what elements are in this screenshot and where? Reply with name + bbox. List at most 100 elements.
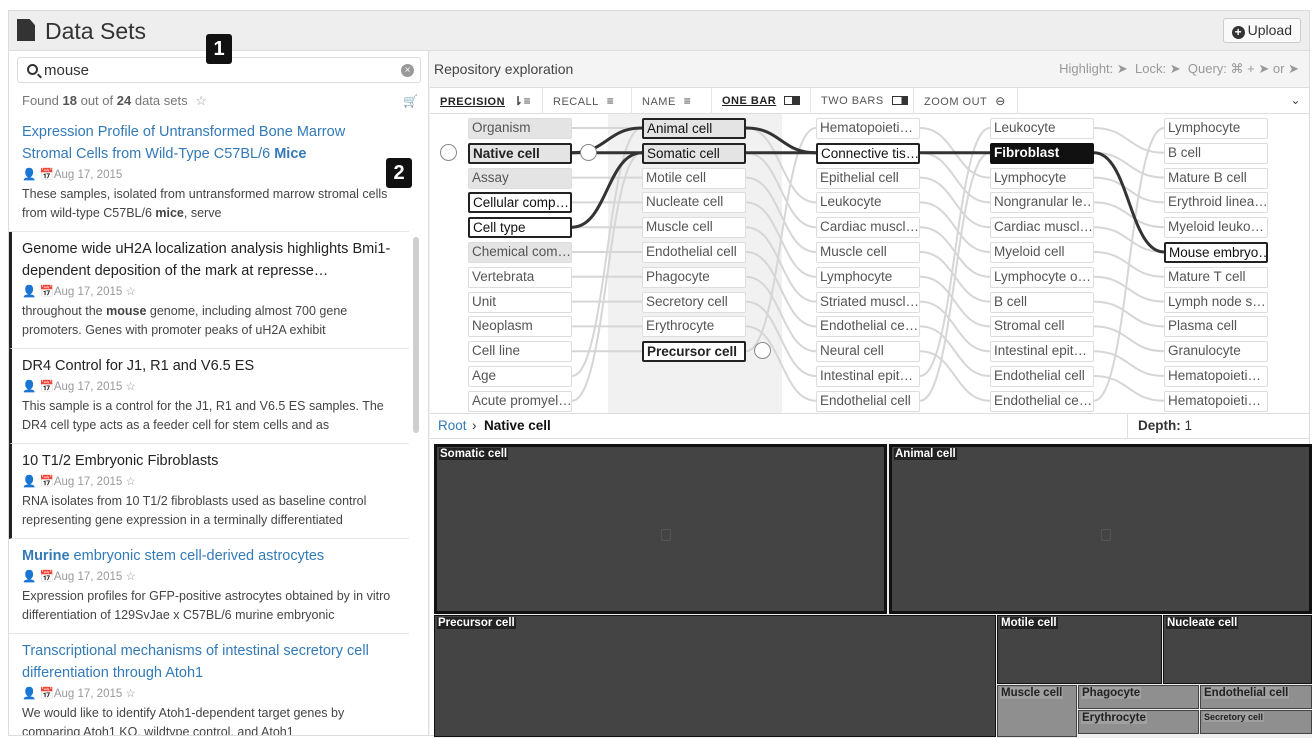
two-bars-button[interactable]: TWO BARS	[811, 88, 914, 114]
graph-node[interactable]: Hematopoieti…	[1164, 390, 1268, 412]
graph-node[interactable]: Epithelial cell	[816, 167, 920, 189]
graph-node[interactable]: Vertebrata	[468, 266, 572, 288]
union-icon[interactable]	[580, 144, 597, 161]
graph-node[interactable]: Precursor cell	[642, 341, 746, 363]
result-title[interactable]: Genome wide uH2A localization analysis h…	[22, 238, 399, 282]
graph-node[interactable]: Connective tis…	[816, 142, 920, 164]
graph-node[interactable]: Neoplasm	[468, 316, 572, 338]
graph-node[interactable]: Leukocyte	[990, 118, 1094, 139]
graph-node[interactable]: Endothelial ce…	[990, 390, 1094, 412]
graph-node[interactable]: Endothelial cell	[816, 390, 920, 412]
graph-node[interactable]: Nucleate cell	[642, 192, 746, 214]
graph-node[interactable]: Native cell	[468, 142, 572, 164]
treemap-tile-secretory[interactable]: Secretory cell	[1200, 710, 1312, 734]
graph-node[interactable]: Myeloid leuko…	[1164, 217, 1268, 239]
graph-node[interactable]: Mouse embryo…	[1164, 242, 1268, 263]
graph-node[interactable]: Mature T cell	[1164, 266, 1268, 288]
graph-node[interactable]: Somatic cell	[642, 142, 746, 164]
graph-node[interactable]: Erythroid linea…	[1164, 192, 1268, 214]
graph-node[interactable]: Erythrocyte	[642, 316, 746, 338]
graph-node[interactable]: Lymphocyte o…	[990, 266, 1094, 288]
graph-node[interactable]: Fibroblast	[990, 142, 1094, 164]
result-title[interactable]: Transcriptional mechanisms of intestinal…	[22, 640, 399, 684]
graph-node[interactable]: Hematopoieti…	[1164, 366, 1268, 387]
list-item[interactable]: 10 T1/2 Embryonic Fibroblasts 👤 📅Aug 17,…	[9, 444, 409, 539]
graph-node[interactable]: Animal cell	[642, 118, 746, 139]
result-title[interactable]: Murine embryonic stem cell-derived astro…	[22, 545, 399, 567]
graph-node[interactable]: Organism	[468, 118, 572, 139]
upload-label: Upload	[1247, 22, 1292, 38]
graph-node[interactable]: Muscle cell	[816, 242, 920, 263]
graph-node[interactable]: Endothelial cell	[990, 366, 1094, 387]
graph-node[interactable]: B cell	[1164, 142, 1268, 164]
annotation-marker-2: 2	[386, 158, 412, 188]
exclude-icon[interactable]	[754, 342, 771, 359]
treemap-tile-muscle[interactable]: Muscle cell	[997, 685, 1077, 737]
graph-node[interactable]: B cell	[990, 291, 1094, 313]
graph-node[interactable]: Endothelial ce…	[816, 316, 920, 338]
one-bar-button[interactable]: ONE BAR	[712, 88, 811, 114]
graph-node[interactable]: Endothelial cell	[642, 242, 746, 263]
graph-node[interactable]: Plasma cell	[1164, 316, 1268, 338]
breadcrumb-separator: ›	[472, 418, 477, 433]
sort-precision-button[interactable]: PRECISION ⇂≡	[430, 88, 543, 114]
graph-node[interactable]: Motile cell	[642, 167, 746, 189]
result-title[interactable]: DR4 Control for J1, R1 and V6.5 ES	[22, 355, 399, 377]
graph-node[interactable]: Mature B cell	[1164, 167, 1268, 189]
graph-node[interactable]: Phagocyte	[642, 266, 746, 288]
graph-node[interactable]: Granulocyte	[1164, 341, 1268, 363]
graph-node[interactable]: Nongranular le…	[990, 192, 1094, 214]
graph-node[interactable]: Acute promyel…	[468, 390, 572, 412]
graph-node[interactable]: Intestinal epit…	[816, 366, 920, 387]
result-title[interactable]: Expression Profile of Untransformed Bone…	[22, 121, 399, 165]
upload-button[interactable]: + Upload	[1222, 18, 1301, 43]
sort-name-button[interactable]: NAME ≡	[632, 88, 712, 114]
list-item[interactable]: Murine embryonic stem cell-derived astro…	[9, 539, 409, 634]
sort-recall-button[interactable]: RECALL ≡	[543, 88, 632, 114]
graph-node[interactable]: Striated muscl…	[816, 291, 920, 313]
treemap-tile-somatic[interactable]: Somatic cell	[434, 444, 887, 614]
graph-node[interactable]: Myeloid cell	[990, 242, 1094, 263]
graph-node[interactable]: Intestinal epit…	[990, 341, 1094, 363]
graph-node[interactable]: Lymphocyte	[816, 266, 920, 288]
results-scrollbar[interactable]	[413, 237, 419, 433]
treemap-tile-nucleate[interactable]: Nucleate cell	[1163, 615, 1312, 684]
graph-node[interactable]: Lymphocyte	[1164, 118, 1268, 139]
clear-search-icon[interactable]: ×	[401, 64, 414, 77]
graph-node[interactable]: Chemical com…	[468, 242, 572, 263]
graph-node[interactable]: Lymphocyte	[990, 167, 1094, 189]
graph-node[interactable]: Cellular comp…	[468, 192, 572, 214]
chevron-down-icon[interactable]: ⌄	[1290, 93, 1301, 107]
list-item[interactable]: Genome wide uH2A localization analysis h…	[9, 232, 409, 349]
graph-node[interactable]: Leukocyte	[816, 192, 920, 214]
exploration-header: Repository exploration Highlight: ➤ Lock…	[430, 51, 1309, 88]
treemap-tile-phagocyte[interactable]: Phagocyte	[1078, 685, 1199, 709]
cart-icon[interactable]: 🛒	[403, 94, 418, 108]
star-filter-icon[interactable]: ☆	[195, 93, 207, 108]
graph-node[interactable]: Lymph node s…	[1164, 291, 1268, 313]
graph-node[interactable]: Stromal cell	[990, 316, 1094, 338]
list-item[interactable]: Expression Profile of Untransformed Bone…	[9, 115, 409, 232]
treemap-tile-motile[interactable]: Motile cell	[997, 615, 1162, 684]
result-title[interactable]: 10 T1/2 Embryonic Fibroblasts	[22, 450, 399, 472]
graph-node[interactable]: Cardiac muscl…	[990, 217, 1094, 239]
graph-node[interactable]: Cardiac muscl…	[816, 217, 920, 239]
graph-node[interactable]: Hematopoieti…	[816, 118, 920, 139]
treemap-tile-precursor[interactable]: Precursor cell	[434, 615, 996, 737]
graph-node[interactable]: Neural cell	[816, 341, 920, 363]
graph-node[interactable]: Unit	[468, 291, 572, 313]
graph-node[interactable]: Assay	[468, 167, 572, 189]
graph-node[interactable]: Age	[468, 366, 572, 387]
breadcrumb-root[interactable]: Root	[438, 414, 467, 438]
lock-icon[interactable]	[440, 144, 457, 161]
graph-node[interactable]: Secretory cell	[642, 291, 746, 313]
treemap-tile-erythrocyte[interactable]: Erythrocyte	[1078, 710, 1199, 734]
treemap-tile-endothelial[interactable]: Endothelial cell	[1200, 685, 1312, 709]
list-item[interactable]: Transcriptional mechanisms of intestinal…	[9, 634, 409, 735]
treemap-tile-animal[interactable]: Animal cell	[889, 444, 1312, 614]
graph-node[interactable]: Cell type	[468, 217, 572, 239]
list-item[interactable]: DR4 Control for J1, R1 and V6.5 ES 👤 📅Au…	[9, 349, 409, 444]
graph-node[interactable]: Cell line	[468, 341, 572, 363]
zoom-out-button[interactable]: ZOOM OUT ⊖	[914, 88, 1018, 114]
graph-node[interactable]: Muscle cell	[642, 217, 746, 239]
